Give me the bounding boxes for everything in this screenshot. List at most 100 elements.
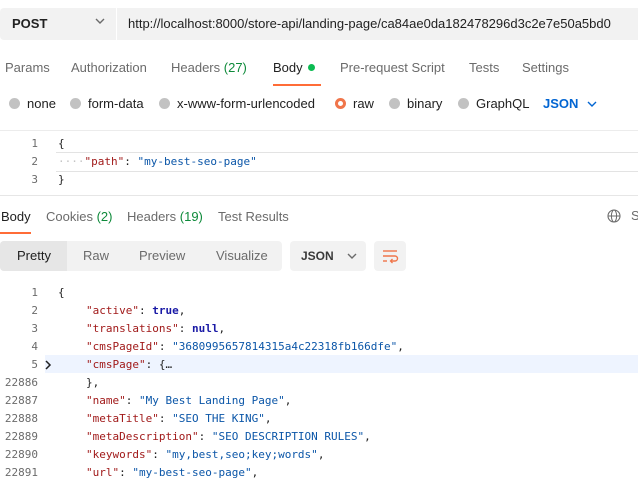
view-mode-visualize[interactable]: Visualize — [216, 248, 268, 263]
code-line: "name": "My Best Landing Page", — [86, 394, 292, 407]
json-value: null — [191, 322, 219, 335]
code-line: "metaDescription": "SEO DESCRIPTION RULE… — [86, 430, 371, 443]
chevron-down-icon — [587, 101, 597, 107]
active-tab-indicator — [273, 84, 321, 86]
response-active-tab-indicator — [0, 232, 31, 234]
json-key: "active" — [86, 304, 139, 317]
json-value: true — [152, 304, 179, 317]
code-line: "active": true, — [86, 304, 186, 317]
view-mode-raw[interactable]: Raw — [83, 248, 109, 263]
radio-form-data-label: form-data — [88, 96, 144, 111]
code-line: "cmsPageId": "3680995657814315a4c22318fb… — [86, 340, 404, 353]
tab-body[interactable]: Body — [273, 60, 315, 75]
line-number: 1 — [31, 286, 38, 299]
body-modified-dot — [307, 64, 315, 72]
line-number: 3 — [31, 173, 38, 186]
raw-format-label: JSON — [543, 96, 579, 111]
radio-graphql[interactable] — [458, 98, 469, 109]
line-number: 2 — [31, 155, 38, 168]
tab-body-label: Body — [273, 60, 303, 75]
radio-graphql-label: GraphQL — [476, 96, 530, 111]
radio-none[interactable] — [9, 98, 20, 109]
tab-settings[interactable]: Settings — [522, 60, 569, 75]
code-line: "translations": null, — [86, 322, 226, 335]
line-number: 3 — [31, 322, 38, 335]
indent-guide: ···· — [58, 155, 85, 168]
json-value: "3680995657814315a4c22318fb166dfe" — [172, 340, 398, 353]
wrap-lines-icon — [383, 250, 399, 264]
json-key: "url" — [86, 466, 120, 479]
body-type-raw[interactable]: raw — [335, 96, 374, 111]
json-key: "keywords" — [86, 448, 153, 461]
collapsed-object[interactable]: {… — [159, 358, 172, 371]
radio-binary[interactable] — [389, 98, 400, 109]
json-key: "cmsPageId" — [86, 340, 159, 353]
response-tab-body[interactable]: Body — [1, 209, 31, 224]
tab-headers-label: Headers — [171, 60, 221, 75]
chevron-down-icon — [347, 253, 357, 259]
json-key: "translations" — [86, 322, 179, 335]
response-format-label-wrap[interactable]: JSON — [301, 249, 358, 263]
line-number: 4 — [31, 340, 38, 353]
code-line: "keywords": "my,best,seo;key;words", — [86, 448, 325, 461]
cookies-count: (2) — [96, 209, 113, 224]
view-mode-preview[interactable]: Preview — [139, 248, 185, 263]
chevron-down-icon[interactable] — [94, 15, 106, 27]
json-value: "my-best-seo-page" — [132, 466, 252, 479]
code-line: }, — [86, 376, 100, 389]
json-value: "my-best-seo-page" — [137, 155, 257, 168]
body-type-form-data[interactable]: form-data — [70, 96, 144, 111]
radio-urlencoded-label: x-www-form-urlencoded — [177, 96, 315, 111]
radio-raw[interactable] — [335, 98, 346, 109]
body-type-none[interactable]: none — [9, 96, 56, 111]
url-text[interactable]: http://localhost:8000/store-api/landing-… — [128, 16, 611, 31]
radio-form-data[interactable] — [70, 98, 81, 109]
response-tab-test-results[interactable]: Test Results — [218, 209, 289, 224]
json-key: "metaTitle" — [86, 412, 159, 425]
json-value: "my,best,seo;key;words" — [165, 448, 318, 461]
response-tab-cookies-label: Cookies — [46, 209, 93, 224]
headers-count: (27) — [223, 60, 247, 75]
line-number: 2 — [31, 304, 38, 317]
globe-icon[interactable] — [607, 209, 621, 223]
tab-headers[interactable]: Headers (27) — [171, 60, 247, 75]
radio-none-label: none — [27, 96, 56, 111]
line-number: 22889 — [4, 430, 38, 443]
line-number: 5 — [31, 358, 38, 371]
tab-tests[interactable]: Tests — [469, 60, 499, 75]
body-type-graphql[interactable]: GraphQL — [458, 96, 529, 111]
json-value: "My Best Landing Page" — [139, 394, 285, 407]
tab-authorization[interactable]: Authorization — [71, 60, 147, 75]
response-tab-cookies[interactable]: Cookies (2) — [46, 209, 112, 224]
tab-params[interactable]: Params — [5, 60, 50, 75]
line-number: 22891 — [4, 466, 38, 479]
code-line: { — [58, 137, 65, 150]
line-number: 22886 — [4, 376, 38, 389]
response-format-label: JSON — [301, 249, 334, 263]
body-type-urlencoded[interactable]: x-www-form-urlencoded — [159, 96, 315, 111]
raw-format-dropdown[interactable]: JSON — [543, 96, 598, 111]
save-response-button[interactable]: S — [631, 208, 638, 223]
code-line: { — [58, 286, 65, 299]
radio-urlencoded[interactable] — [159, 98, 170, 109]
wrap-lines-button[interactable] — [374, 241, 406, 271]
chevron-right-icon[interactable] — [43, 359, 53, 371]
view-mode-pretty[interactable]: Pretty — [17, 248, 51, 263]
tab-pre-request-script[interactable]: Pre-request Script — [340, 60, 445, 75]
line-number: 22888 — [4, 412, 38, 425]
json-value: "SEO THE KING" — [172, 412, 265, 425]
response-tab-headers[interactable]: Headers (19) — [127, 209, 203, 224]
json-key: "metaDescription" — [86, 430, 199, 443]
json-value: "SEO DESCRIPTION RULES" — [211, 430, 365, 443]
body-type-binary[interactable]: binary — [389, 96, 442, 111]
code-line: } — [58, 173, 65, 186]
json-key: "name" — [86, 394, 126, 407]
json-key: "cmsPage" — [86, 358, 146, 371]
code-line: "url": "my-best-seo-page", — [86, 466, 259, 479]
method-label: POST — [12, 16, 48, 31]
code-line: "metaTitle": "SEO THE KING", — [86, 412, 272, 425]
line-number: 22890 — [4, 448, 38, 461]
code-line[interactable]: "cmsPage": {… — [86, 358, 172, 371]
radio-raw-label: raw — [353, 96, 374, 111]
response-tab-headers-label: Headers — [127, 209, 177, 224]
